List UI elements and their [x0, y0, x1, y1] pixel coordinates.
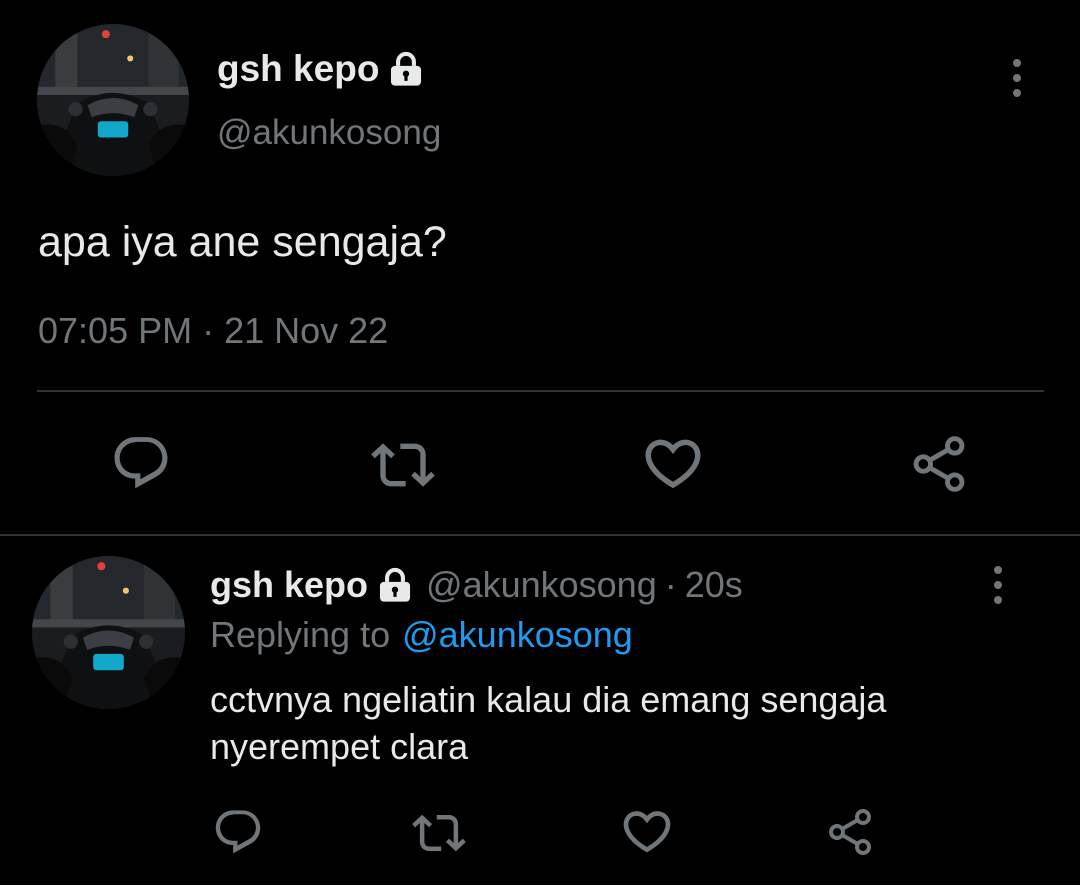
- avatar-image: [37, 24, 189, 176]
- retweet-icon: [412, 806, 466, 860]
- lock-icon: [376, 566, 414, 604]
- reply-button[interactable]: [110, 432, 172, 494]
- separator-dot: ·: [664, 564, 677, 605]
- divider: [37, 390, 1044, 392]
- more-options-icon[interactable]: [988, 566, 1008, 604]
- handle[interactable]: @akunkosong: [426, 564, 657, 606]
- share-icon: [910, 435, 968, 493]
- timestamp[interactable]: 07:05 PM · 21 Nov 22: [38, 310, 388, 352]
- like-icon: [640, 430, 706, 496]
- replying-to: Replying to @akunkosong: [210, 612, 633, 658]
- handle[interactable]: @akunkosong: [217, 110, 441, 156]
- avatar[interactable]: [37, 24, 189, 176]
- lock-icon: [387, 50, 425, 88]
- share-button[interactable]: [910, 435, 968, 493]
- reply-icon: [110, 432, 172, 494]
- tweet-text: apa iya ane sengaja?: [38, 218, 447, 266]
- time-ago[interactable]: 20s: [685, 564, 743, 606]
- reply-tweet-header: gsh kepo @akunkosong · 20s: [210, 562, 743, 608]
- share-button[interactable]: [826, 808, 874, 856]
- main-tweet-author: gsh kepo: [217, 46, 425, 92]
- reply-text-line: nyerempet clara: [210, 726, 469, 767]
- share-icon: [826, 808, 874, 856]
- retweet-button[interactable]: [412, 806, 466, 860]
- retweet-button[interactable]: [371, 433, 435, 497]
- like-button[interactable]: [619, 803, 675, 859]
- retweet-icon: [371, 433, 435, 497]
- reply-text: cctvnya ngeliatin kalau dia emang sengaj…: [210, 676, 886, 770]
- reply-text-line: cctvnya ngeliatin kalau dia emang sengaj…: [210, 679, 887, 720]
- reply-button[interactable]: [212, 806, 264, 858]
- reply-avatar[interactable]: [32, 556, 185, 709]
- replying-to-label: Replying to: [210, 614, 391, 655]
- like-button[interactable]: [640, 430, 706, 496]
- display-name[interactable]: gsh kepo: [210, 564, 368, 606]
- like-icon: [619, 803, 675, 859]
- section-divider: [0, 534, 1080, 536]
- display-name[interactable]: gsh kepo: [217, 48, 379, 90]
- more-options-icon[interactable]: [1007, 59, 1027, 97]
- avatar-image: [32, 556, 185, 709]
- reply-icon: [212, 806, 264, 858]
- replying-to-handle[interactable]: @akunkosong: [402, 614, 633, 656]
